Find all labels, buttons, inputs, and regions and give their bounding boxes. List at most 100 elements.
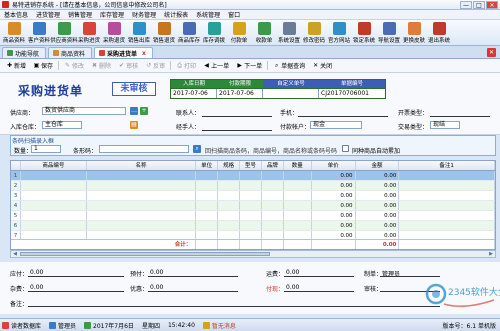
supplier-lookup-icon[interactable]: …	[130, 107, 138, 115]
grid-cell[interactable]	[87, 201, 197, 210]
grid-cell[interactable]	[21, 191, 87, 200]
grid-column-header[interactable]: 单位	[196, 161, 219, 170]
menu-system[interactable]: 系统管理	[196, 10, 220, 19]
toolbar-button-2[interactable]: 客户资料	[27, 22, 51, 44]
scan-lookup-icon[interactable]: ⌕	[193, 145, 201, 153]
grid-column-header[interactable]: 数量	[284, 161, 312, 170]
grid-cell[interactable]	[21, 211, 87, 220]
toolbar-button-14[interactable]: 官方网站	[327, 22, 351, 44]
contact-field[interactable]	[202, 116, 272, 117]
grid-cell[interactable]: 0.00	[312, 181, 356, 190]
grid-cell[interactable]	[262, 171, 284, 180]
grid-cell[interactable]: 0.00	[312, 171, 356, 180]
menu-window[interactable]: 窗口	[228, 10, 240, 19]
grid-cell[interactable]	[196, 191, 219, 200]
grid-cell[interactable]	[196, 221, 219, 230]
barcode-input[interactable]	[99, 145, 189, 153]
toolbar-button-6[interactable]: 销售出库	[127, 22, 151, 44]
grid-column-header[interactable]: 单价	[312, 161, 356, 170]
grid-cell[interactable]	[218, 211, 241, 220]
grid-cell[interactable]: 0.00	[356, 181, 400, 190]
table-row[interactable]: 5 0.00 0.00	[11, 211, 495, 221]
status-messages[interactable]: 暂无消息	[202, 321, 236, 330]
table-row[interactable]: 4 0.00 0.00	[11, 201, 495, 211]
grid-cell[interactable]	[262, 181, 284, 190]
grid-cell[interactable]	[218, 201, 241, 210]
grid-cell[interactable]	[21, 181, 87, 190]
grid-column-header[interactable]: 规格	[218, 161, 241, 170]
toolbar-button-8[interactable]: 商品库存	[177, 22, 201, 44]
close-window-button[interactable]: ✕	[486, 1, 498, 9]
grid-cell[interactable]	[196, 201, 219, 210]
toolbar-button-13[interactable]: 修改密码	[302, 22, 326, 44]
grid-column-header[interactable]: 品牌	[262, 161, 284, 170]
trade-type-select[interactable]: 现结	[430, 121, 460, 129]
freight-input[interactable]: 0.00	[286, 269, 299, 276]
toolbar-button-15[interactable]: 锁定系统	[352, 22, 376, 44]
doc-action-6[interactable]: ↺ 反审	[143, 61, 167, 70]
paid-input[interactable]: 0.00	[286, 284, 299, 291]
doc-action-1[interactable]: ✚ 新增	[4, 61, 28, 70]
toolbar-button-1[interactable]: 商品资料	[2, 22, 26, 44]
menu-finance[interactable]: 财务管理	[132, 10, 156, 19]
grid-cell[interactable]	[399, 181, 495, 190]
grid-cell[interactable]: 0.00	[312, 201, 356, 210]
grid-column-header[interactable]: 型号	[240, 161, 262, 170]
grid-cell[interactable]	[240, 181, 262, 190]
grid-column-header[interactable]: 备注1	[399, 161, 495, 170]
grid-cell[interactable]: 0.00	[356, 211, 400, 220]
doc-action-4[interactable]: ✖ 删除	[89, 61, 113, 70]
tab-1[interactable]: 功能导航	[2, 47, 47, 58]
payment-due-field[interactable]: 2017-07-06	[217, 89, 263, 98]
toolbar-button-9[interactable]: 库存调拨	[202, 22, 226, 44]
grid-cell[interactable]	[262, 211, 284, 220]
warehouse-lookup-icon[interactable]: ▤	[130, 121, 138, 129]
toolbar-button-12[interactable]: 系统设置	[277, 22, 301, 44]
grid-cell[interactable]: 0.00	[312, 211, 356, 220]
toolbar-button-5[interactable]: 采购退货	[102, 22, 126, 44]
grid-cell[interactable]	[399, 201, 495, 210]
minimize-button[interactable]: —	[460, 1, 472, 9]
grid-cell[interactable]	[240, 171, 262, 180]
phone-field[interactable]	[298, 116, 388, 117]
scroll-right-icon[interactable]: ▶	[487, 251, 495, 257]
doc-action-7[interactable]: ⎙ 打印	[174, 61, 198, 71]
menu-basic-info[interactable]: 基本信息	[4, 10, 28, 19]
menu-reports[interactable]: 统计报表	[164, 10, 188, 19]
close-tab-icon[interactable]: x	[142, 50, 146, 57]
grid-cell[interactable]	[284, 181, 312, 190]
grid-cell[interactable]	[196, 171, 219, 180]
grid-cell[interactable]	[399, 211, 495, 220]
payment-account-select[interactable]: 现金	[310, 121, 362, 129]
grid-cell[interactable]	[240, 191, 262, 200]
inbound-date-field[interactable]: 2017-07-06	[171, 89, 217, 98]
grid-cell[interactable]	[218, 181, 241, 190]
doc-action-3[interactable]: ✎ 修改	[62, 61, 86, 70]
grid-cell[interactable]: 0.00	[312, 221, 356, 230]
grid-cell[interactable]	[87, 211, 197, 220]
tab-2[interactable]: 商品资料	[48, 47, 93, 58]
grid-cell[interactable]	[284, 221, 312, 230]
grid-cell[interactable]	[399, 221, 495, 230]
toolbar-button-7[interactable]: 销售退货	[152, 22, 176, 44]
table-row[interactable]: 3 0.00 0.00	[11, 191, 495, 201]
custom-number-field[interactable]	[263, 89, 319, 98]
doc-action-5[interactable]: ✔ 审核	[116, 61, 140, 70]
grid-column-header[interactable]: 商品编号	[21, 161, 87, 170]
toolbar-button-3[interactable]: 供应商资料	[50, 22, 78, 44]
doc-action-2[interactable]: ▣ 保存	[31, 61, 55, 70]
toolbar-button-4[interactable]: 采购进货	[77, 22, 101, 44]
grid-cell[interactable]	[87, 171, 197, 180]
grid-cell[interactable]	[399, 191, 495, 200]
grid-cell[interactable]	[262, 201, 284, 210]
auto-add-checkbox[interactable]	[342, 145, 349, 152]
grid-cell[interactable]: 0.00	[356, 201, 400, 210]
grid-cell[interactable]: 0.00	[356, 171, 400, 180]
supplier-field[interactable]: 数贸供应商	[42, 107, 126, 115]
scan-qty-input[interactable]: 1	[31, 145, 61, 153]
table-row[interactable]: 1 0.00 0.00	[11, 171, 495, 181]
remark-field[interactable]	[28, 306, 440, 307]
grid-cell[interactable]	[284, 191, 312, 200]
grid-cell[interactable]	[218, 221, 241, 230]
grid-cell[interactable]	[218, 191, 241, 200]
